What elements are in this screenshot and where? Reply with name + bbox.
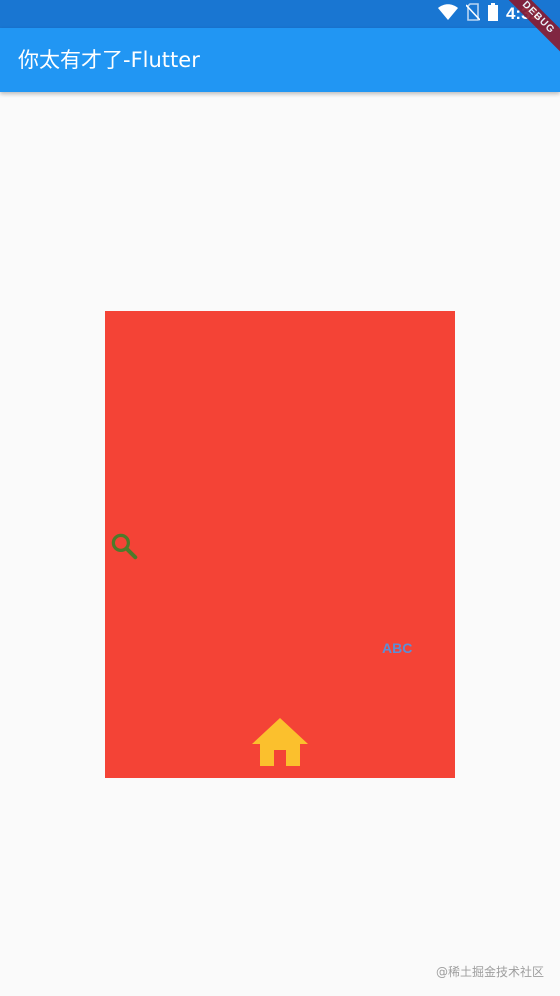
battery-icon <box>487 3 498 25</box>
watermark-text: @稀土掘金技术社区 <box>435 965 544 979</box>
app-screen: 4:31 你太有才了-Flutter DEBUG ABC @稀土掘金技术社区 <box>0 0 560 996</box>
wifi-icon <box>437 4 458 24</box>
no-sim-icon <box>465 3 481 25</box>
app-title: 你太有才了-Flutter <box>18 48 200 72</box>
status-bar: 4:31 <box>0 0 560 28</box>
abc-text: ABC <box>382 640 413 656</box>
search-icon <box>109 531 139 561</box>
red-container: ABC <box>105 311 455 778</box>
home-icon <box>250 716 310 768</box>
app-bar: 你太有才了-Flutter <box>0 28 560 92</box>
